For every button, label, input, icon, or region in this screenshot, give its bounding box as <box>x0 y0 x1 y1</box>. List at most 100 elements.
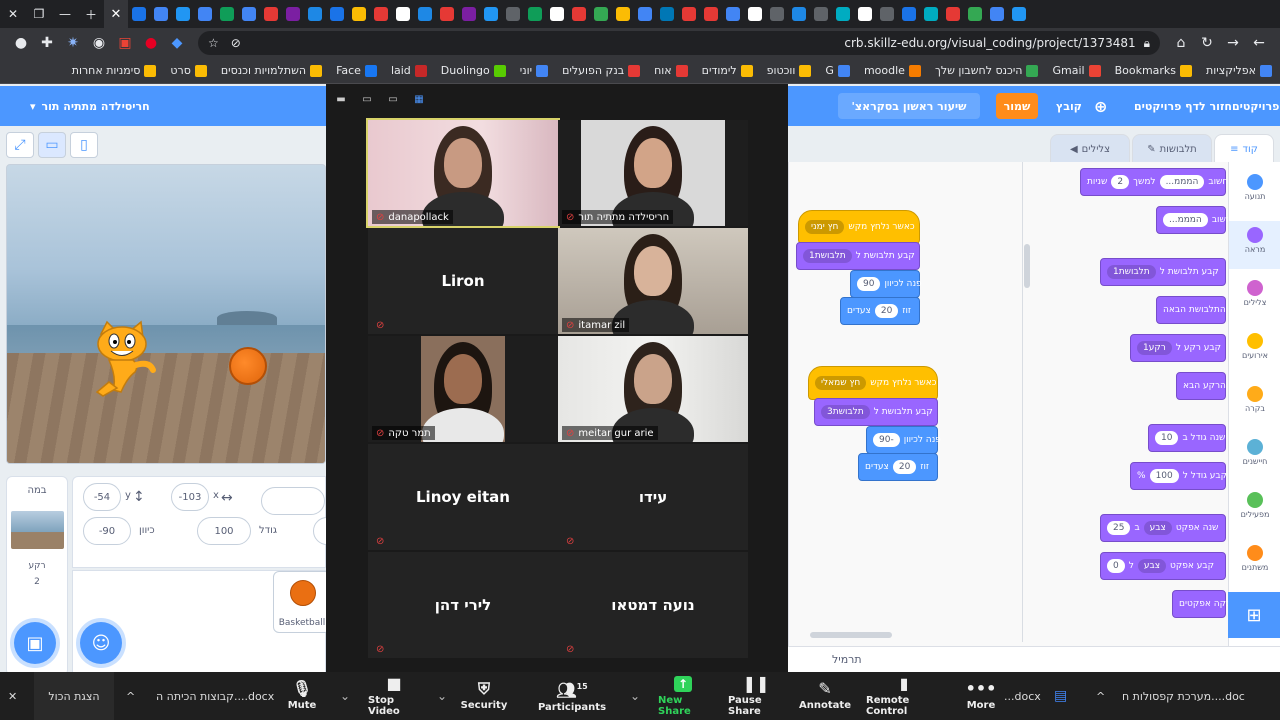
download-doc1[interactable]: קבוצות הכיתה ה....docx <box>156 672 274 720</box>
user-menu[interactable]: ▾ חריסילדה מתתיה תור <box>30 86 150 126</box>
think-text[interactable]: המממ... <box>1163 213 1208 227</box>
tab-favicon-icon[interactable] <box>260 0 282 28</box>
change-effect-dropdown[interactable]: צבע <box>1143 521 1172 535</box>
show-all-button[interactable]: הצגת הכול <box>34 672 114 720</box>
active-tab-close-icon[interactable]: ✕ <box>104 0 128 28</box>
category-item[interactable]: צלילים <box>1229 274 1280 322</box>
bookmark-item[interactable]: סרט <box>170 64 207 77</box>
participant-tile[interactable]: עידו ⊘ <box>558 444 748 550</box>
tab-code[interactable]: ≡ קוד <box>1214 134 1274 164</box>
bookmark-item[interactable]: סימניות אחרות <box>72 64 157 77</box>
tab-favicon-icon[interactable] <box>634 0 656 28</box>
speaker-view-icon[interactable]: ▭ <box>360 92 374 106</box>
block-next-costume[interactable]: התלבושת הבאה <box>1156 296 1226 324</box>
tab-favicon-icon[interactable] <box>282 0 304 28</box>
stage-canvas[interactable] <box>6 164 326 464</box>
tab-favicon-icon[interactable] <box>326 0 348 28</box>
tab-favicon-icon[interactable] <box>766 0 788 28</box>
workspace-hscrollbar[interactable] <box>810 632 892 638</box>
window-close-icon[interactable]: ✕ <box>0 0 26 28</box>
forward-icon[interactable]: ← <box>1246 30 1272 56</box>
bookmark-item[interactable]: ווכטופ <box>767 64 812 77</box>
more-button[interactable]: ••• More <box>966 672 997 720</box>
tab-favicon-icon[interactable] <box>128 0 150 28</box>
change-size-value[interactable]: 10 <box>1155 431 1179 445</box>
minimize-icon[interactable]: ▬ <box>334 92 348 106</box>
bookmark-item[interactable]: אוח <box>654 64 688 77</box>
script1-costume-dropdown[interactable]: תלבושת1 <box>803 249 852 263</box>
bookmark-item[interactable]: Face <box>336 64 377 77</box>
language-globe-icon[interactable]: ⊕ <box>1094 86 1107 126</box>
script1-turn-value[interactable]: 90 <box>857 277 881 291</box>
pause-share-button[interactable]: ❚❚ Pause Share <box>728 672 784 720</box>
script1-switch-costume[interactable]: קבע תלבושת ל תלבושת1 <box>796 242 920 270</box>
participants-options-chevron[interactable]: ⌄ <box>630 672 640 720</box>
mute-button[interactable]: 🎙︎ Mute <box>288 672 317 720</box>
tab-favicon-icon[interactable] <box>700 0 722 28</box>
extension-m-icon[interactable]: ▣ <box>112 30 138 56</box>
bookmark-item[interactable]: השתלמויות וכנסים <box>221 64 323 77</box>
annotate-button[interactable]: ✎ Annotate <box>799 672 851 720</box>
block-next-backdrop[interactable]: הרקע הבא <box>1176 372 1226 400</box>
script1-point-direction[interactable]: פנה לכיוון 90 <box>850 270 922 298</box>
switch-backdrop-dropdown[interactable]: רקע1 <box>1137 341 1172 355</box>
bookmark-item[interactable]: Gmail <box>1052 64 1101 77</box>
participant-tile[interactable]: Liron ⊘ <box>368 228 558 334</box>
bookmark-item[interactable]: moodle <box>864 64 921 77</box>
small-stage-icon[interactable]: ▭ <box>38 132 66 158</box>
switch-costume-dropdown[interactable]: תלבושת1 <box>1107 265 1156 279</box>
bookmark-star-icon[interactable]: ☆ <box>208 36 219 50</box>
home-icon[interactable]: ⌂ <box>1168 30 1194 56</box>
tab-favicon-icon[interactable] <box>568 0 590 28</box>
script1-hat-key-pressed[interactable]: כאשר נלחץ מקש חץ ימני <box>798 210 920 244</box>
tab-favicon-icon[interactable] <box>238 0 260 28</box>
block-think[interactable]: חשוב המממ... <box>1156 206 1232 234</box>
tab-favicon-icon[interactable] <box>788 0 810 28</box>
doc1-chevron-icon[interactable]: ^ <box>126 672 135 720</box>
doc3-chevron-icon[interactable]: ^ <box>1096 672 1105 720</box>
y-input[interactable]: -54 <box>83 483 121 511</box>
download-doc2[interactable]: ...docx <box>1004 672 1041 720</box>
block-set-effect[interactable]: קבע אפקט צבע ל 0 <box>1100 552 1226 580</box>
bookmark-item[interactable]: יוני <box>520 64 549 77</box>
window-restore-icon[interactable]: ❐ <box>26 0 52 28</box>
category-item[interactable]: חיישנים <box>1229 433 1280 481</box>
participant-tile[interactable]: נועה דמטאו ⊘ <box>558 552 748 658</box>
tab-favicon-icon[interactable] <box>150 0 172 28</box>
backdrop-thumbnail[interactable] <box>11 511 64 549</box>
category-item[interactable]: תנועה <box>1229 168 1280 216</box>
tab-favicon-icon[interactable] <box>524 0 546 28</box>
bookmark-item[interactable]: היכנס לחשבון שלך <box>935 64 1039 77</box>
participant-tile[interactable]: ⊘ חריסילדה מתתיה תור <box>558 120 748 226</box>
choose-sprite-button[interactable]: ☺ <box>80 622 122 664</box>
tab-favicon-icon[interactable] <box>942 0 964 28</box>
sprite-thumb-basketball[interactable]: Basketball <box>273 571 331 633</box>
bookmark-item[interactable]: לימודים <box>702 64 753 77</box>
tab-favicon-icon[interactable] <box>898 0 920 28</box>
script2-move-value[interactable]: 20 <box>892 460 917 474</box>
participant-tile[interactable]: ⊘ meitar gur arie <box>558 336 748 442</box>
new-tab-icon[interactable]: ＋ <box>78 0 104 28</box>
think-for-text[interactable]: המממ... <box>1159 175 1205 189</box>
gallery-view-icon[interactable]: ▦ <box>412 92 426 106</box>
menu-projects[interactable]: פרויקטים <box>1232 86 1279 126</box>
tab-favicon-icon[interactable] <box>854 0 876 28</box>
tab-favicon-icon[interactable] <box>348 0 370 28</box>
participant-tile[interactable]: Linoy eitan ⊘ <box>368 444 558 550</box>
participant-tile[interactable]: ⊘ תמר טקה <box>368 336 558 442</box>
category-item[interactable]: משתנים <box>1229 539 1280 587</box>
participants-button[interactable]: 👥︎15 Participants <box>538 672 606 720</box>
fullscreen-icon[interactable]: ⤢ <box>6 132 34 158</box>
project-title-input[interactable]: שיעור ראשון בסקראצ' <box>838 93 980 119</box>
category-item[interactable]: מפעילים <box>1229 486 1280 534</box>
palette-scrollbar[interactable] <box>1024 244 1030 288</box>
tab-favicon-icon[interactable] <box>458 0 480 28</box>
category-item[interactable]: בקרה <box>1229 380 1280 428</box>
tab-favicon-icon[interactable] <box>216 0 238 28</box>
extension-shield-icon[interactable]: ◆ <box>164 30 190 56</box>
script2-switch-costume[interactable]: קבע תלבושת ל תלבושת3 <box>814 398 938 426</box>
tab-favicon-icon[interactable] <box>810 0 832 28</box>
url-text[interactable]: crb.skillz-edu.org/visual_coding/project… <box>844 36 1135 50</box>
bookmark-item[interactable]: laid <box>391 64 427 77</box>
tab-favicon-icon[interactable] <box>678 0 700 28</box>
